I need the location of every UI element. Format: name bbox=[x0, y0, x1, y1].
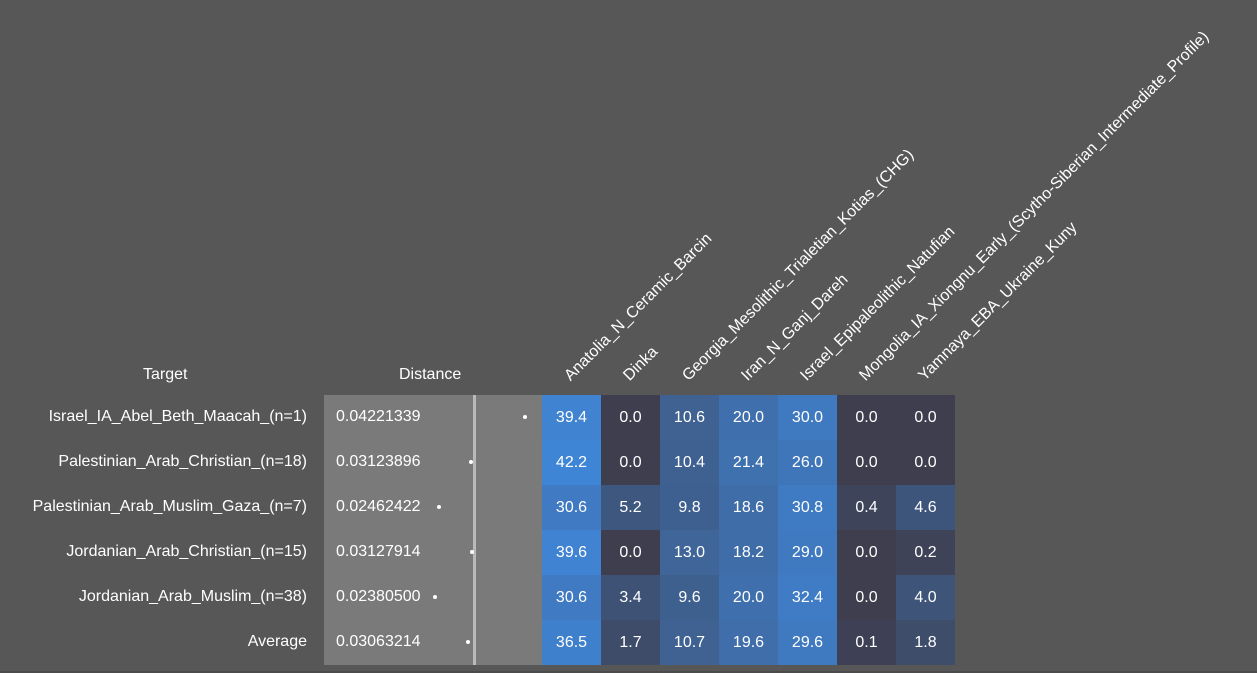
row-name: Jordanian_Arab_Muslim_(n=38) bbox=[78, 588, 307, 605]
column-label: Iran_N_Ganj_Dareh bbox=[738, 271, 852, 385]
heatmap-cell: 29.0 bbox=[778, 530, 837, 575]
heatmap-cell: 30.6 bbox=[542, 485, 601, 530]
heatmap-cell: 0.0 bbox=[837, 395, 896, 440]
heatmap-cell: 13.0 bbox=[660, 530, 719, 575]
heatmap-cell: 20.0 bbox=[719, 575, 778, 620]
heatmap-cell: 30.8 bbox=[778, 485, 837, 530]
heatmap-cell: 30.6 bbox=[542, 575, 601, 620]
heatmap-cell: 9.8 bbox=[660, 485, 719, 530]
heatmap-cell: 10.6 bbox=[660, 395, 719, 440]
row-name: Average bbox=[247, 633, 307, 650]
distance-value: 0.03127914 bbox=[336, 543, 421, 560]
heatmap-cell: 4.6 bbox=[896, 485, 955, 530]
heatmap-cell: 21.4 bbox=[719, 440, 778, 485]
heatmap-cell: 20.0 bbox=[719, 395, 778, 440]
heatmap-cell: 30.0 bbox=[778, 395, 837, 440]
heatmap-cell: 0.0 bbox=[837, 575, 896, 620]
distance-column-header: Distance bbox=[399, 366, 462, 383]
heatmap-cell: 0.0 bbox=[601, 440, 660, 485]
heatmap-cell: 10.4 bbox=[660, 440, 719, 485]
heatmap-cell: 39.6 bbox=[542, 530, 601, 575]
distance-panel bbox=[324, 395, 542, 665]
heatmap-cell: 36.5 bbox=[542, 620, 601, 665]
heatmap-cell: 32.4 bbox=[778, 575, 837, 620]
heatmap-cell: 1.8 bbox=[896, 620, 955, 665]
row-name: Israel_IA_Abel_Beth_Maacah_(n=1) bbox=[48, 408, 307, 425]
heatmap-cell: 18.2 bbox=[719, 530, 778, 575]
row-name: Palestinian_Arab_Christian_(n=18) bbox=[58, 453, 307, 470]
distance-value: 0.02380500 bbox=[336, 588, 421, 605]
heatmap-cell: 19.6 bbox=[719, 620, 778, 665]
heatmap-cell: 18.6 bbox=[719, 485, 778, 530]
heatmap-cell: 42.2 bbox=[542, 440, 601, 485]
distance-dot bbox=[469, 550, 474, 554]
heatmap-cell: 3.4 bbox=[601, 575, 660, 620]
heatmap-cell: 0.0 bbox=[601, 395, 660, 440]
heatmap-cell: 0.1 bbox=[837, 620, 896, 665]
heatmap-cell: 1.7 bbox=[601, 620, 660, 665]
heatmap-cell: 39.4 bbox=[542, 395, 601, 440]
heatmap-cell: 0.0 bbox=[601, 530, 660, 575]
distance-dot bbox=[432, 595, 437, 599]
heatmap-cell: 0.4 bbox=[837, 485, 896, 530]
target-column-header: Target bbox=[143, 366, 188, 383]
row-name: Jordanian_Arab_Christian_(n=15) bbox=[66, 543, 307, 560]
distance-dot bbox=[436, 505, 441, 509]
distance-reference-line bbox=[473, 395, 476, 665]
heatmap-cell: 9.6 bbox=[660, 575, 719, 620]
heatmap-cell: 29.6 bbox=[778, 620, 837, 665]
heatmap-cell: 5.2 bbox=[601, 485, 660, 530]
heatmap-cell: 0.2 bbox=[896, 530, 955, 575]
heatmap-cell: 10.7 bbox=[660, 620, 719, 665]
heatmap-cell: 4.0 bbox=[896, 575, 955, 620]
distance-value: 0.03123896 bbox=[336, 453, 421, 470]
column-label: Dinka bbox=[620, 343, 662, 385]
heatmap-cell: 0.0 bbox=[837, 530, 896, 575]
heatmap-cell: 26.0 bbox=[778, 440, 837, 485]
row-name: Palestinian_Arab_Muslim_Gaza_(n=7) bbox=[32, 498, 307, 515]
heatmap-cell: 0.0 bbox=[896, 440, 955, 485]
distance-value: 0.04221339 bbox=[336, 408, 421, 425]
distance-value: 0.02462422 bbox=[336, 498, 421, 515]
distance-value: 0.03063214 bbox=[336, 633, 421, 650]
column-label: Mongolia_IA_Xiongnu_Early_(Scytho-Siberi… bbox=[856, 28, 1213, 385]
heatmap-cell: 0.0 bbox=[837, 440, 896, 485]
heatmap-cell: 0.0 bbox=[896, 395, 955, 440]
